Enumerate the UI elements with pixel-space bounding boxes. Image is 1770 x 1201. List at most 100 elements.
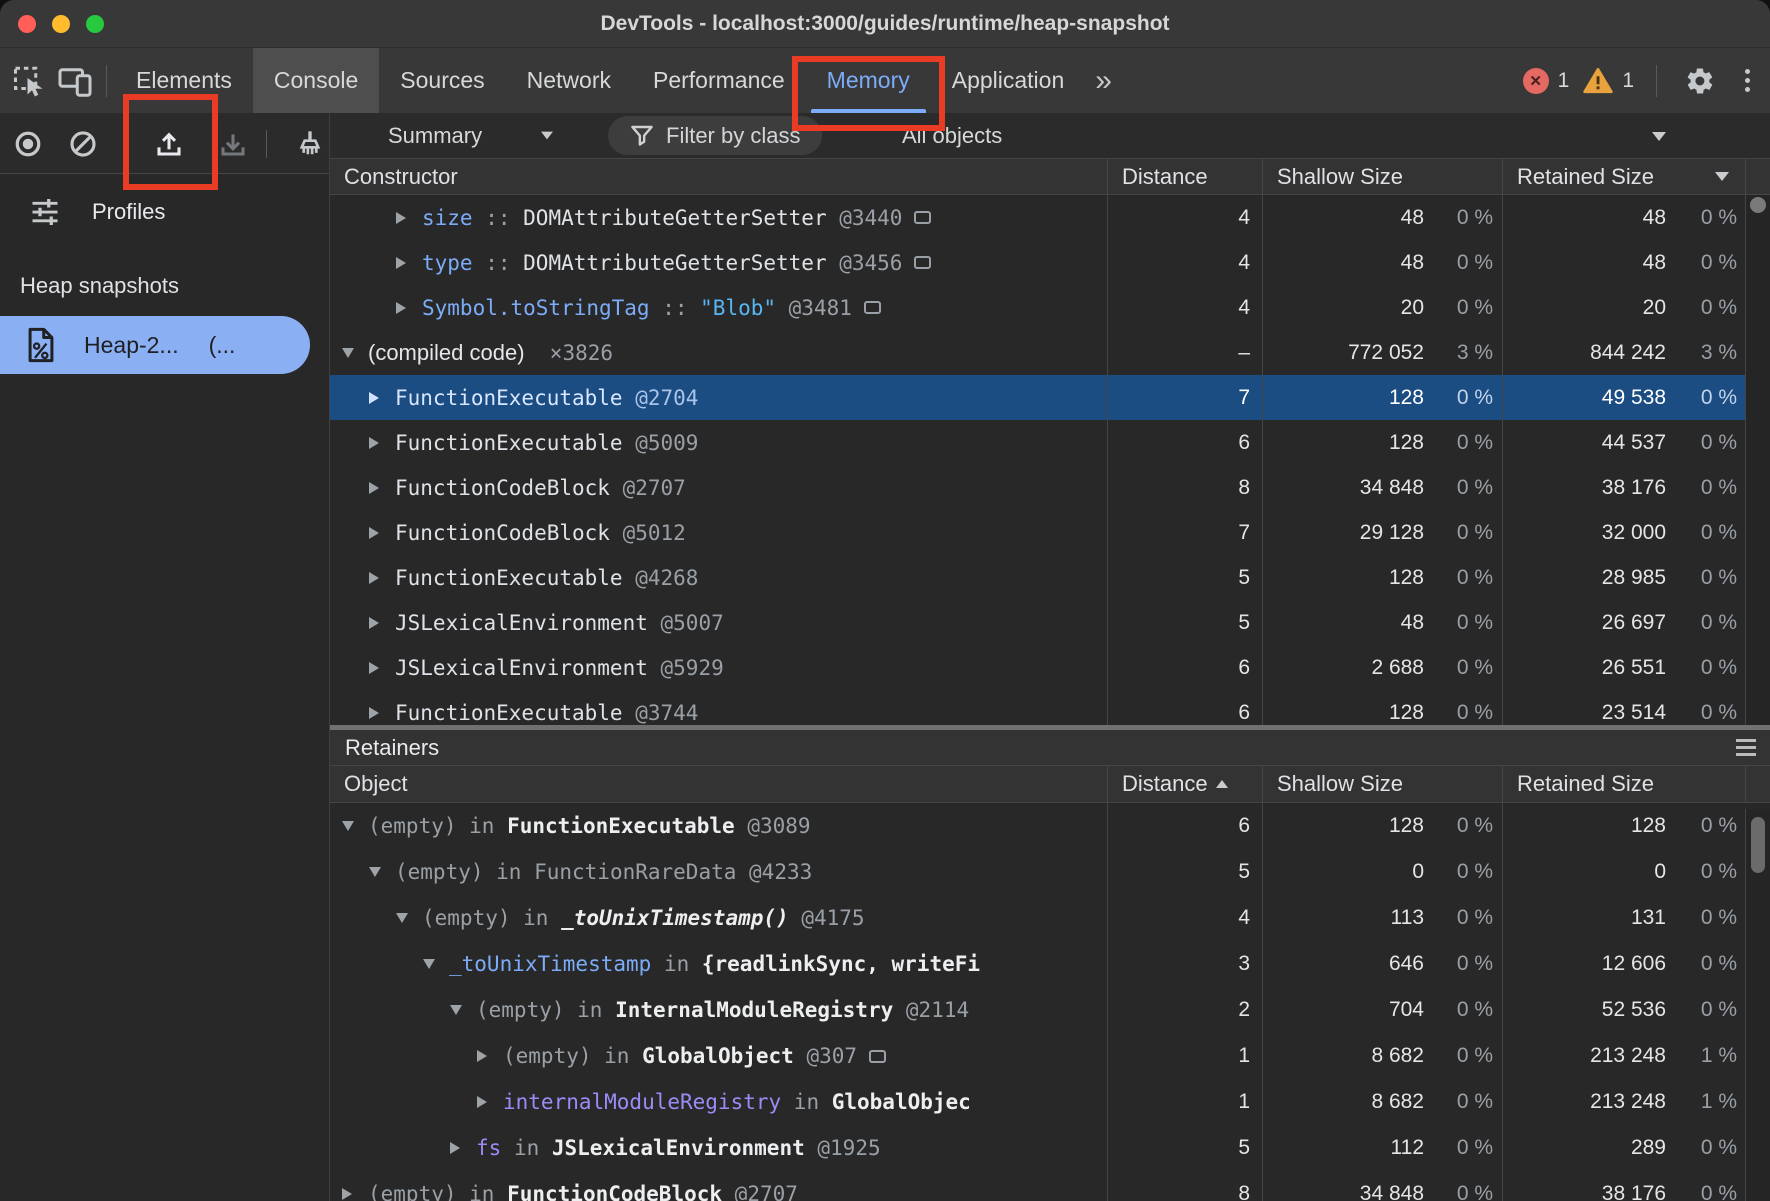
collapsed-arrow-icon[interactable] [369,617,395,629]
column-header-object[interactable]: Object [330,766,1107,802]
chevron-down-icon[interactable] [1652,132,1666,141]
column-header-shallow-size[interactable]: Shallow Size [1262,766,1502,802]
distance-cell: 6 [1107,803,1262,849]
heap-constructor-row[interactable]: Symbol.toStringTag :: "Blob" @34814200 %… [330,285,1745,330]
perspective-select[interactable]: Summary [388,113,554,158]
heap-constructor-row[interactable]: FunctionExecutable @500961280 %44 5370 % [330,420,1745,465]
object-filter-select[interactable]: All objects [902,113,1002,158]
column-header-distance[interactable]: Distance [1107,159,1262,194]
collapsed-arrow-icon[interactable] [369,662,395,674]
retained-size-cell: 26 5510 % [1502,645,1745,690]
retainer-row[interactable]: fs in JSLexicalEnvironment @192551120 %2… [330,1125,1745,1171]
profiles-sidebar: Profiles Heap snapshots Heap-2... (... [0,113,330,1201]
sidebar-item-heap-snapshot[interactable]: Heap-2... (... [0,316,310,374]
retainer-row[interactable]: (empty) in FunctionCodeBlock @2707834 84… [330,1171,1745,1201]
reveal-icon[interactable] [914,211,931,224]
collapsed-arrow-icon[interactable] [369,572,395,584]
tab-memory[interactable]: Memory [806,48,931,113]
retainer-row[interactable]: (empty) in GlobalObject @30718 6820 %213… [330,1033,1745,1079]
scrollbar-thumb[interactable] [1751,817,1765,873]
heap-constructor-row[interactable]: FunctionCodeBlock @2707834 8480 %38 1760… [330,465,1745,510]
inspect-icon [11,63,47,99]
column-header-distance[interactable]: Distance [1107,766,1262,802]
retainers-scrollbar[interactable] [1745,809,1770,1201]
memory-panel: Summary Filter by class All objects Cons… [330,113,1770,1201]
retained-size-cell: 12 6060 % [1502,941,1745,987]
heap-constructor-row[interactable]: FunctionExecutable @426851280 %28 9850 % [330,555,1745,600]
collapsed-arrow-icon[interactable] [450,1142,476,1154]
collapsed-arrow-icon[interactable] [396,257,422,269]
tab-application[interactable]: Application [931,48,1086,113]
expanded-arrow-icon[interactable] [342,348,368,358]
collapsed-arrow-icon[interactable] [369,437,395,449]
reveal-icon[interactable] [864,301,881,314]
clear-profile-button[interactable] [292,126,328,162]
heap-constructor-row[interactable]: JSLexicalEnvironment @50075480 %26 6970 … [330,600,1745,645]
tree-cell: fs in JSLexicalEnvironment @1925 [330,1125,1107,1171]
distance-cell: 6 [1107,420,1262,465]
customize-devtools-button[interactable] [1735,69,1760,92]
collapsed-arrow-icon[interactable] [396,302,422,314]
load-profile-button[interactable] [151,126,187,162]
heap-constructor-row[interactable]: type :: DOMAttributeGetterSetter @345644… [330,240,1745,285]
heap-constructor-row[interactable]: FunctionExecutable @374461280 %23 5140 % [330,690,1745,725]
reveal-icon[interactable] [869,1050,886,1063]
tab-sources[interactable]: Sources [379,48,505,113]
retainer-row[interactable]: (empty) in InternalModuleRegistry @21142… [330,987,1745,1033]
retainers-menu-icon[interactable] [1736,739,1756,756]
expanded-arrow-icon[interactable] [423,959,449,969]
retainer-row[interactable]: (empty) in FunctionExecutable @308961280… [330,803,1745,849]
collapsed-arrow-icon[interactable] [369,482,395,494]
collapsed-arrow-icon[interactable] [477,1050,503,1062]
expanded-arrow-icon[interactable] [450,1005,476,1015]
node-text: in [501,1136,552,1160]
collapsed-arrow-icon[interactable] [369,392,395,404]
error-badge[interactable]: ✕ 1 [1523,68,1570,94]
heap-constructor-row[interactable]: size :: DOMAttributeGetterSetter @344044… [330,195,1745,240]
retainers-title: Retainers [345,735,439,761]
minimize-window-button[interactable] [52,15,70,33]
clear-all-profiles-button[interactable] [65,126,101,162]
tab-elements[interactable]: Elements [115,48,253,113]
settings-button[interactable] [1679,66,1721,96]
zoom-window-button[interactable] [86,15,104,33]
constructor-scrollbar[interactable] [1745,195,1770,725]
expanded-arrow-icon[interactable] [342,821,368,831]
scrollbar-thumb[interactable] [1750,197,1766,213]
tab-console[interactable]: Console [253,48,379,113]
heap-constructor-row[interactable]: FunctionCodeBlock @5012729 1280 %32 0000… [330,510,1745,555]
close-window-button[interactable] [18,15,36,33]
column-header-constructor[interactable]: Constructor [330,159,1107,194]
save-profile-button[interactable] [215,126,251,162]
class-filter-input[interactable]: Filter by class [608,116,822,155]
expanded-arrow-icon[interactable] [396,913,422,923]
more-tabs-button[interactable]: » [1085,48,1122,113]
collapsed-arrow-icon[interactable] [477,1096,503,1108]
retainer-row[interactable]: internalModuleRegistry in GlobalObjec18 … [330,1079,1745,1125]
collapsed-arrow-icon[interactable] [369,527,395,539]
heap-constructor-row[interactable]: (compiled code) ×3826–772 0523 %844 2423… [330,330,1745,375]
tab-performance[interactable]: Performance [632,48,806,113]
retainers-section-header[interactable]: Retainers [330,725,1770,766]
retainer-row[interactable]: (empty) in FunctionRareData @4233500 %00… [330,849,1745,895]
tab-network[interactable]: Network [506,48,632,113]
collapsed-arrow-icon[interactable] [396,212,422,224]
retainer-row[interactable]: _toUnixTimestamp in {readlinkSync, write… [330,941,1745,987]
toggle-device-toolbar-button[interactable] [52,48,98,113]
shallow-size-cell: 1130 % [1262,895,1502,941]
collapsed-arrow-icon[interactable] [369,707,395,719]
record-heap-snapshot-button[interactable] [10,126,46,162]
warning-badge[interactable]: 1 [1583,67,1634,94]
collapsed-arrow-icon[interactable] [342,1188,368,1200]
inspect-element-button[interactable] [6,48,52,113]
column-header-shallow-size[interactable]: Shallow Size [1262,159,1502,194]
heap-constructor-row[interactable]: JSLexicalEnvironment @592962 6880 %26 55… [330,645,1745,690]
retainer-row[interactable]: (empty) in _toUnixTimestamp() @417541130… [330,895,1745,941]
heap-constructor-row[interactable]: FunctionExecutable @270471280 %49 5380 % [330,375,1745,420]
retained-size-cell: 32 0000 % [1502,510,1745,555]
profiles-header[interactable]: Profiles [0,188,329,236]
expanded-arrow-icon[interactable] [369,867,395,877]
column-header-retained-size[interactable]: Retained Size [1502,159,1745,194]
reveal-icon[interactable] [914,256,931,269]
column-header-retained-size[interactable]: Retained Size [1502,766,1745,802]
